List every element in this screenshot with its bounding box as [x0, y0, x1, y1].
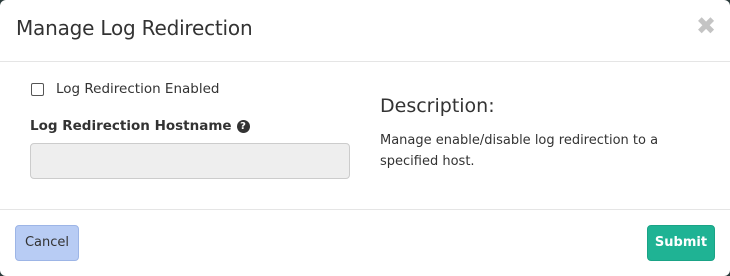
- dialog-body: Log Redirection Enabled Log Redirection …: [0, 62, 730, 210]
- hostname-label: Log Redirection Hostname: [30, 118, 232, 134]
- dialog-title: Manage Log Redirection: [16, 16, 253, 40]
- hostname-input[interactable]: [30, 143, 350, 179]
- dialog-header: Manage Log Redirection ✖: [0, 0, 730, 62]
- close-icon[interactable]: ✖: [696, 14, 716, 38]
- dialog-footer: Cancel Submit: [0, 210, 730, 276]
- log-redirection-enabled-checkbox[interactable]: [31, 82, 44, 96]
- hostname-label-row: Log Redirection Hostname ?: [30, 118, 250, 134]
- description-title: Description:: [380, 95, 495, 117]
- submit-button[interactable]: Submit: [647, 225, 715, 261]
- question-circle-icon[interactable]: ?: [236, 119, 250, 133]
- description-text: Manage enable/disable log redirection to…: [380, 133, 659, 169]
- manage-log-redirection-dialog: Manage Log Redirection ✖ Log Redirection…: [0, 0, 730, 276]
- cancel-button[interactable]: Cancel: [15, 225, 79, 261]
- log-redirection-enabled-row[interactable]: Log Redirection Enabled: [30, 81, 220, 97]
- log-redirection-enabled-label[interactable]: Log Redirection Enabled: [56, 81, 220, 97]
